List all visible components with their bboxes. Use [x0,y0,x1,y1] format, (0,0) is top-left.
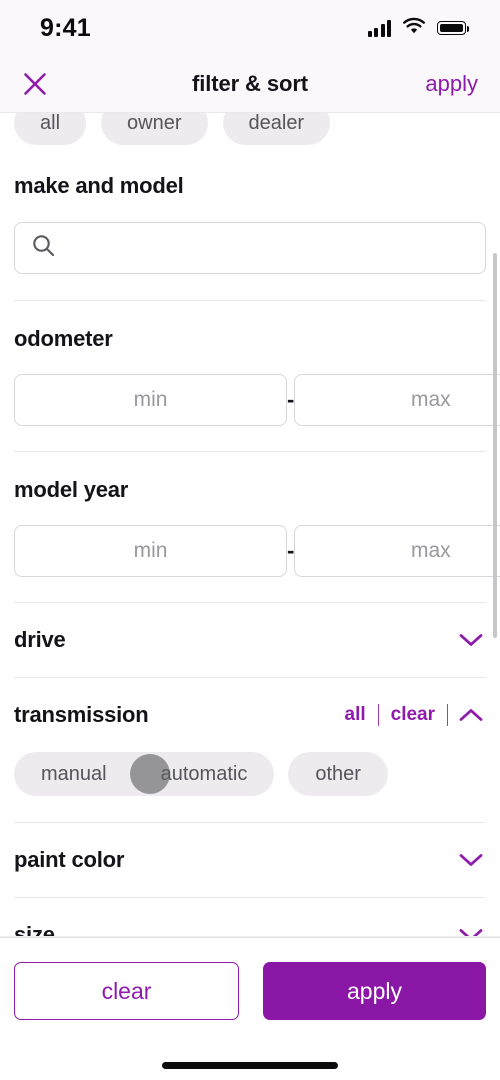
home-indicator [162,1062,338,1069]
transmission-option-automatic[interactable]: automatic [134,752,275,796]
chevron-up-icon[interactable] [456,707,486,723]
section-drive: drive [0,603,500,677]
section-model-year: model year - [0,452,500,602]
signal-bars-icon [367,19,391,37]
chip-dealer[interactable]: dealer [222,113,331,145]
section-title-transmission: transmission [14,702,149,727]
section-paint-color: paint color [0,823,500,897]
transmission-actions: all clear [345,704,448,726]
section-title-model-year: model year [14,477,129,502]
transmission-select-all-link[interactable]: all [345,704,366,726]
transmission-clear-link[interactable]: clear [391,704,435,726]
model-year-range-separator: - [287,538,295,563]
vertical-scrollbar[interactable] [493,253,497,638]
make-model-search-input[interactable] [68,236,469,260]
transmission-option-manual[interactable]: manual [14,752,134,796]
divider [447,704,448,726]
chip-all[interactable]: all [14,113,87,145]
search-icon [31,233,56,263]
filter-scroll-area[interactable]: all owner dealer make and model odometer [0,113,500,993]
chip-owner[interactable]: owner [101,113,208,145]
seller-type-chip-row[interactable]: all owner dealer [0,113,500,145]
transmission-option-other[interactable]: other [288,752,388,796]
filter-sort-screen: 9:41 filter & sort apply all owner deale… [0,0,500,1080]
section-transmission: transmission all clear manual automatic [0,678,500,822]
odometer-max-input[interactable] [294,374,500,426]
divider [377,704,379,726]
apply-button[interactable]: apply [263,962,486,1020]
section-title-paint-color: paint color [14,847,125,872]
header-apply-button[interactable]: apply [425,71,478,97]
chevron-down-icon[interactable] [456,852,486,868]
footer-button-row: clear apply [0,938,500,1020]
section-title-odometer: odometer [14,326,113,351]
model-year-min-input[interactable] [14,525,287,577]
footer-action-bar: clear apply [0,937,500,1080]
modal-header: filter & sort apply [0,56,500,113]
section-odometer: odometer - [0,301,500,451]
accordion-header-transmission[interactable]: transmission all clear [14,678,486,752]
chevron-down-icon[interactable] [456,632,486,648]
model-year-max-input[interactable] [294,525,500,577]
clear-button[interactable]: clear [14,962,239,1020]
section-title-make-and-model: make and model [14,173,184,198]
odometer-range-separator: - [287,387,295,412]
accordion-header-paint-color[interactable]: paint color [14,823,486,897]
odometer-min-input[interactable] [14,374,287,426]
battery-full-icon [437,21,470,35]
status-bar: 9:41 [0,0,500,56]
make-model-search-box[interactable] [14,222,486,274]
section-title-drive: drive [14,627,66,652]
close-icon[interactable] [16,65,54,103]
odometer-range-row: - [14,374,500,426]
accordion-header-drive[interactable]: drive [14,603,486,677]
wifi-icon [402,17,426,40]
model-year-range-row: - [14,525,500,577]
status-bar-time: 9:41 [40,13,91,42]
section-make-and-model: make and model [0,145,500,300]
transmission-option-group: manual automatic [14,752,275,796]
transmission-option-row: manual automatic other [14,752,486,822]
status-bar-icons [367,17,470,40]
